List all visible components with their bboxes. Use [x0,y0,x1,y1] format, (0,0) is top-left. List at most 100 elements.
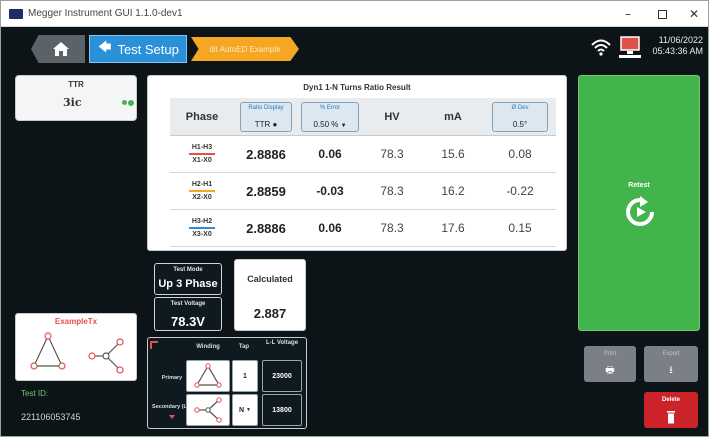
orange-tab-example[interactable]: dit AutoED Example [191,37,299,61]
export-label: Export [662,351,680,357]
breadcrumb-test-setup[interactable]: 🡄 Test Setup [89,35,187,63]
ma-value: 15.6 [441,147,465,161]
chevron-down-icon: ▼ [246,407,251,413]
hv-value: 78.3 [380,184,404,198]
wye-icon [194,397,222,423]
header-ll-voltage: L-L Voltage [265,340,299,346]
expand-arrow-icon[interactable] [169,415,175,419]
datetime: 11/06/2022 05:43:36 AM [641,35,703,57]
app-window: Megger Instrument GUI 1.1.0-dev1 – ✕ 🡄 T… [0,0,709,437]
header-phase: Phase [185,110,219,123]
ratio-display-value: TTR ● [254,119,278,129]
phase-color-bar [189,227,215,229]
hv-phase-label: H3-H2 [191,218,213,225]
tap-symbol: 3ic [63,96,82,109]
primary-tap-cell[interactable]: 1 [232,360,258,392]
minimize-button[interactable]: – [611,1,645,27]
header-error-select[interactable]: % Error 0.50 % ▼ [298,98,362,135]
dev-value: 0.08 [508,147,532,161]
corner-marker-icon [150,341,158,349]
maximize-button[interactable] [645,1,679,27]
calculated-value: 2.887 [253,306,287,321]
error-value: 0.06 [318,147,342,161]
dev-label: Ø Dev [511,104,529,111]
lv-phase-label: X1-X0 [192,157,212,164]
status-dot-icon [122,100,127,105]
primary-voltage-cell[interactable]: 23000 [262,360,302,392]
hv-value: 78.3 [380,221,404,235]
back-arrow-icon: 🡄 [98,39,112,54]
hv-phase-label: H2-H1 [191,181,213,188]
table-row: H1-H3 X1-X0 2.8886 0.06 78.3 15.6 0.08 [170,136,556,173]
maximize-icon [657,9,667,19]
test-mode-value: Up 3 Phase [158,278,218,290]
close-button[interactable]: ✕ [677,1,709,27]
table-header: Phase Ratio Display TTR ● % Error 0.50 %… [170,98,556,136]
home-button[interactable] [31,35,85,63]
phase-cell: H3-H2 X3-X0 [170,210,234,246]
ttr-label: TTR [68,80,84,89]
dev-threshold-value: 0.5° [512,119,528,129]
delete-label: Delete [661,397,680,403]
phase-color-bar [189,153,215,155]
lv-phase-label: X2-X0 [192,194,212,201]
wifi-icon [591,39,611,56]
delete-button[interactable]: Delete [644,392,698,428]
example-transformer-card[interactable]: ExampleTx [15,313,137,381]
header-dev-select[interactable]: Ø Dev 0.5° [484,98,556,135]
table-row: H2-H1 X2-X0 2.8859 -0.03 78.3 16.2 -0.22 [170,173,556,210]
secondary-voltage-cell[interactable]: 13800 [262,394,302,426]
status-dot-icon [128,100,134,106]
delta-wye-diagram-icon [30,332,124,374]
breadcrumb-label: Test Setup [117,41,179,57]
delta-icon [194,363,222,388]
primary-winding-cell[interactable] [186,360,230,392]
secondary-winding-cell[interactable] [186,394,230,426]
test-mode-box[interactable]: Test Mode Up 3 Phase [154,263,222,295]
dev-value: 0.15 [508,221,532,235]
trash-icon [667,411,675,424]
orange-tab-label: dit AutoED Example [209,44,281,54]
header-hv: HV [384,110,400,123]
title-bar: Megger Instrument GUI 1.1.0-dev1 – ✕ [1,1,708,27]
hv-phase-label: H1-H3 [191,144,213,151]
ttr-instrument-card[interactable]: TTR 3ic [15,75,137,121]
result-title: Dyn1 1-N Turns Ratio Result [303,83,411,92]
chevron-down-icon: ▼ [340,122,347,129]
dev-value: -0.22 [506,184,534,198]
calculated-box: Calculated 2.887 [234,259,306,331]
retest-label: Retest [628,182,650,189]
header-ratio-display[interactable]: Ratio Display TTR ● [234,98,298,135]
error-threshold-value: 0.50 % ▼ [313,119,347,129]
time-text: 05:43:36 AM [652,46,703,56]
ratio-value: 2.8886 [246,146,286,162]
winding-panel: Winding Tap L-L Voltage Primary 1 23000 … [147,337,307,429]
retest-button[interactable]: Retest [578,75,700,331]
error-value: 0.06 [318,221,342,235]
computer-icon [619,36,641,58]
error-value: -0.03 [316,184,344,198]
print-label: Print [603,351,617,357]
phase-cell: H2-H1 X2-X0 [170,173,234,209]
printer-icon: 🖶 [605,365,615,376]
phase-color-bar [189,190,215,192]
test-id-value: 221106053745 [21,412,81,422]
ma-value: 16.2 [441,184,465,198]
header-ma: mA [444,110,462,123]
error-label: % Error [319,104,341,111]
test-voltage-label: Test Voltage [170,301,206,307]
test-voltage-box[interactable]: Test Voltage 78.3V [154,297,222,331]
ratio-display-label: Ratio Display [248,104,284,111]
app-icon [9,8,23,19]
secondary-tap-select[interactable]: N ▼ [232,394,258,426]
export-button[interactable]: Export ⭳ [644,346,698,382]
calculated-label: Calculated [247,274,293,284]
print-button[interactable]: Print 🖶 [584,346,636,382]
header-winding: Winding [196,344,220,350]
window-title: Megger Instrument GUI 1.1.0-dev1 [28,8,183,19]
result-table: Phase Ratio Display TTR ● % Error 0.50 %… [170,98,556,247]
test-mode-label: Test Mode [173,267,203,273]
hv-value: 78.3 [380,147,404,161]
lv-phase-label: X3-X0 [192,231,212,238]
header-tap: Tap [238,344,250,350]
